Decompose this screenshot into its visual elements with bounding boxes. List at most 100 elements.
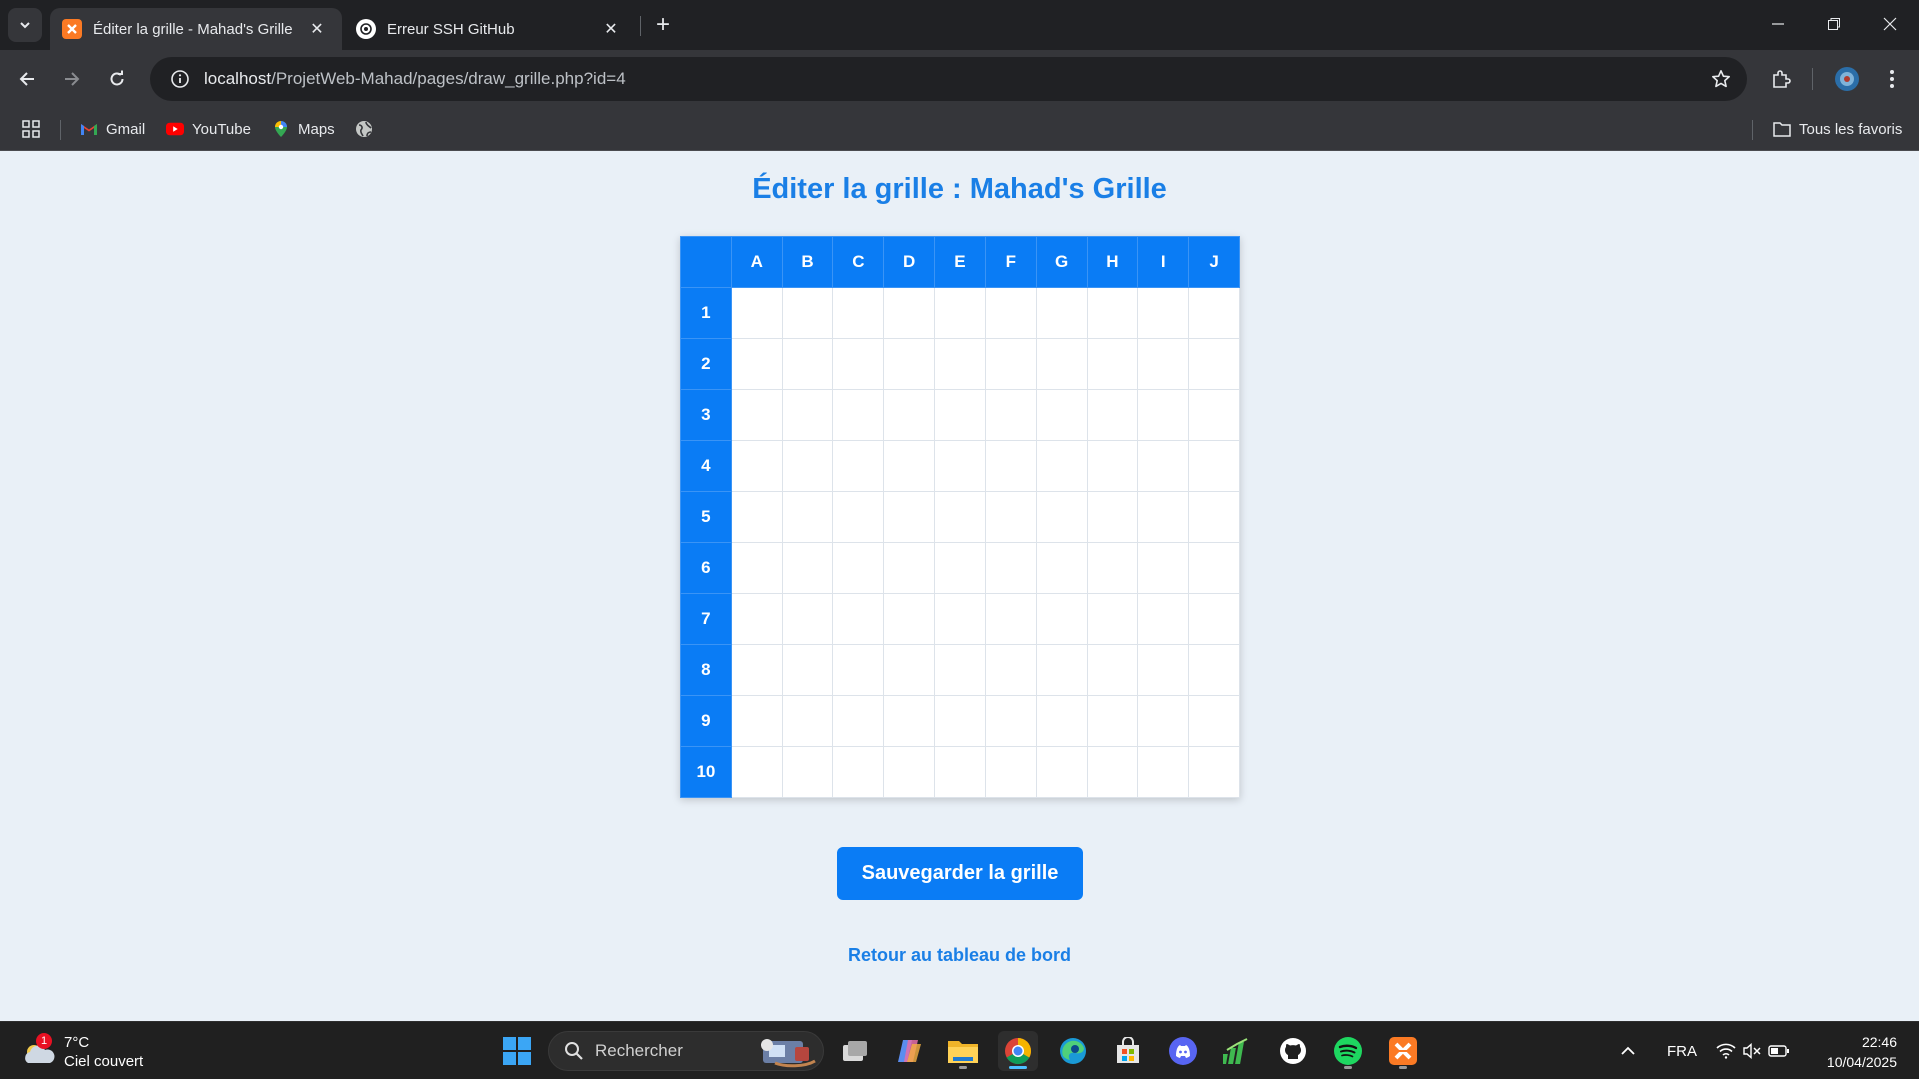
grid-cell[interactable] xyxy=(1188,593,1240,645)
grid-cell[interactable] xyxy=(832,287,885,339)
grid-cell[interactable] xyxy=(1035,440,1088,492)
address-bar[interactable]: localhost/ProjetWeb-Mahad/pages/draw_gri… xyxy=(150,57,1747,101)
grid-cell[interactable] xyxy=(934,440,986,492)
minimize-button[interactable] xyxy=(1750,0,1806,48)
system-clock[interactable]: 22:46 10/04/2025 xyxy=(1827,1032,1897,1072)
grid-cell[interactable] xyxy=(1137,593,1190,645)
grid-cell[interactable] xyxy=(883,287,936,339)
close-window-button[interactable] xyxy=(1862,0,1918,48)
spotify-app[interactable] xyxy=(1328,1031,1368,1071)
grid-cell[interactable] xyxy=(1137,338,1190,390)
grid-cell[interactable] xyxy=(1035,746,1088,798)
grid-cell[interactable] xyxy=(1086,593,1139,645)
github-app[interactable] xyxy=(1273,1031,1313,1071)
grid-cell[interactable] xyxy=(934,338,986,390)
store-app[interactable] xyxy=(1108,1031,1148,1071)
tab-search-button[interactable] xyxy=(8,8,42,42)
grid-cell[interactable] xyxy=(934,746,986,798)
grid-cell[interactable] xyxy=(934,593,986,645)
tray-overflow-button[interactable] xyxy=(1620,1022,1636,1079)
grid-cell[interactable] xyxy=(1188,542,1240,594)
grid-cell[interactable] xyxy=(1137,542,1190,594)
grid-cell[interactable] xyxy=(832,389,885,441)
grid-cell[interactable] xyxy=(832,593,885,645)
grid-cell[interactable] xyxy=(883,440,936,492)
save-grid-button[interactable]: Sauvegarder la grille xyxy=(837,847,1083,900)
quick-settings[interactable] xyxy=(1716,1022,1790,1079)
grid-cell[interactable] xyxy=(984,644,1037,696)
grid-cell[interactable] xyxy=(1137,491,1190,543)
bookmark-gmail[interactable]: Gmail xyxy=(80,116,145,142)
all-bookmarks-button[interactable]: Tous les favoris xyxy=(1773,116,1902,142)
restore-button[interactable] xyxy=(1806,0,1862,48)
start-button[interactable] xyxy=(497,1031,537,1071)
grid-cell[interactable] xyxy=(984,746,1037,798)
language-indicator[interactable]: FRA xyxy=(1667,1022,1697,1079)
back-to-dashboard-link[interactable]: Retour au tableau de bord xyxy=(848,945,1071,965)
copilot-app[interactable] xyxy=(889,1031,929,1071)
grid-cell[interactable] xyxy=(1188,491,1240,543)
grid-cell[interactable] xyxy=(883,389,936,441)
grid-cell[interactable] xyxy=(730,593,783,645)
grid-cell[interactable] xyxy=(730,389,783,441)
grid-cell[interactable] xyxy=(934,695,986,747)
grid-cell[interactable] xyxy=(1137,695,1190,747)
grid-cell[interactable] xyxy=(934,644,986,696)
grid-cell[interactable] xyxy=(832,491,885,543)
grid-cell[interactable] xyxy=(730,644,783,696)
grid-cell[interactable] xyxy=(1035,338,1088,390)
grid-cell[interactable] xyxy=(934,542,986,594)
grid-cell[interactable] xyxy=(832,542,885,594)
back-button[interactable] xyxy=(10,62,44,96)
tab-erreur-ssh[interactable]: Erreur SSH GitHub ✕ xyxy=(344,8,636,50)
grid-cell[interactable] xyxy=(883,338,936,390)
reload-button[interactable] xyxy=(100,62,134,96)
grid-cell[interactable] xyxy=(1086,746,1139,798)
grid-cell[interactable] xyxy=(1188,695,1240,747)
grid-cell[interactable] xyxy=(883,542,936,594)
edge-app[interactable] xyxy=(1053,1031,1093,1071)
menu-button[interactable] xyxy=(1875,62,1909,96)
grid-cell[interactable] xyxy=(1086,644,1139,696)
grid-cell[interactable] xyxy=(883,644,936,696)
grid-cell[interactable] xyxy=(1086,440,1139,492)
grid-cell[interactable] xyxy=(1188,338,1240,390)
close-tab-icon[interactable]: ✕ xyxy=(306,18,328,40)
grid-cell[interactable] xyxy=(934,491,986,543)
grid-cell[interactable] xyxy=(1137,389,1190,441)
chrome-app[interactable] xyxy=(998,1031,1038,1071)
grid-cell[interactable] xyxy=(781,440,834,492)
tab-editer-grille[interactable]: Éditer la grille - Mahad's Grille ✕ xyxy=(50,8,342,50)
grid-cell[interactable] xyxy=(1188,644,1240,696)
file-explorer-app[interactable] xyxy=(943,1031,983,1071)
grid-cell[interactable] xyxy=(1188,389,1240,441)
weather-widget[interactable]: 1 7°C Ciel couvert xyxy=(20,1031,143,1073)
grid-cell[interactable] xyxy=(832,746,885,798)
grid-cell[interactable] xyxy=(730,440,783,492)
grid-cell[interactable] xyxy=(1035,695,1088,747)
task-view-button[interactable] xyxy=(835,1031,875,1071)
extensions-button[interactable] xyxy=(1764,62,1798,96)
grid-cell[interactable] xyxy=(1035,287,1088,339)
grid-cell[interactable] xyxy=(984,338,1037,390)
xampp-app[interactable] xyxy=(1383,1031,1423,1071)
grid-cell[interactable] xyxy=(730,338,783,390)
forward-button[interactable] xyxy=(55,62,89,96)
grid-cell[interactable] xyxy=(832,338,885,390)
grid-cell[interactable] xyxy=(984,695,1037,747)
profile-avatar[interactable] xyxy=(1830,62,1864,96)
grid-cell[interactable] xyxy=(730,695,783,747)
grid-cell[interactable] xyxy=(1086,542,1139,594)
grid-cell[interactable] xyxy=(781,542,834,594)
bookmark-youtube[interactable]: YouTube xyxy=(166,116,251,142)
grid-cell[interactable] xyxy=(832,695,885,747)
grid-cell[interactable] xyxy=(883,695,936,747)
grid-cell[interactable] xyxy=(730,491,783,543)
grid-cell[interactable] xyxy=(1188,287,1240,339)
bookmark-maps[interactable]: Maps xyxy=(272,116,335,142)
grid-cell[interactable] xyxy=(1035,593,1088,645)
grid-cell[interactable] xyxy=(984,287,1037,339)
grid-cell[interactable] xyxy=(1035,491,1088,543)
grid-cell[interactable] xyxy=(1086,389,1139,441)
grid-cell[interactable] xyxy=(883,593,936,645)
